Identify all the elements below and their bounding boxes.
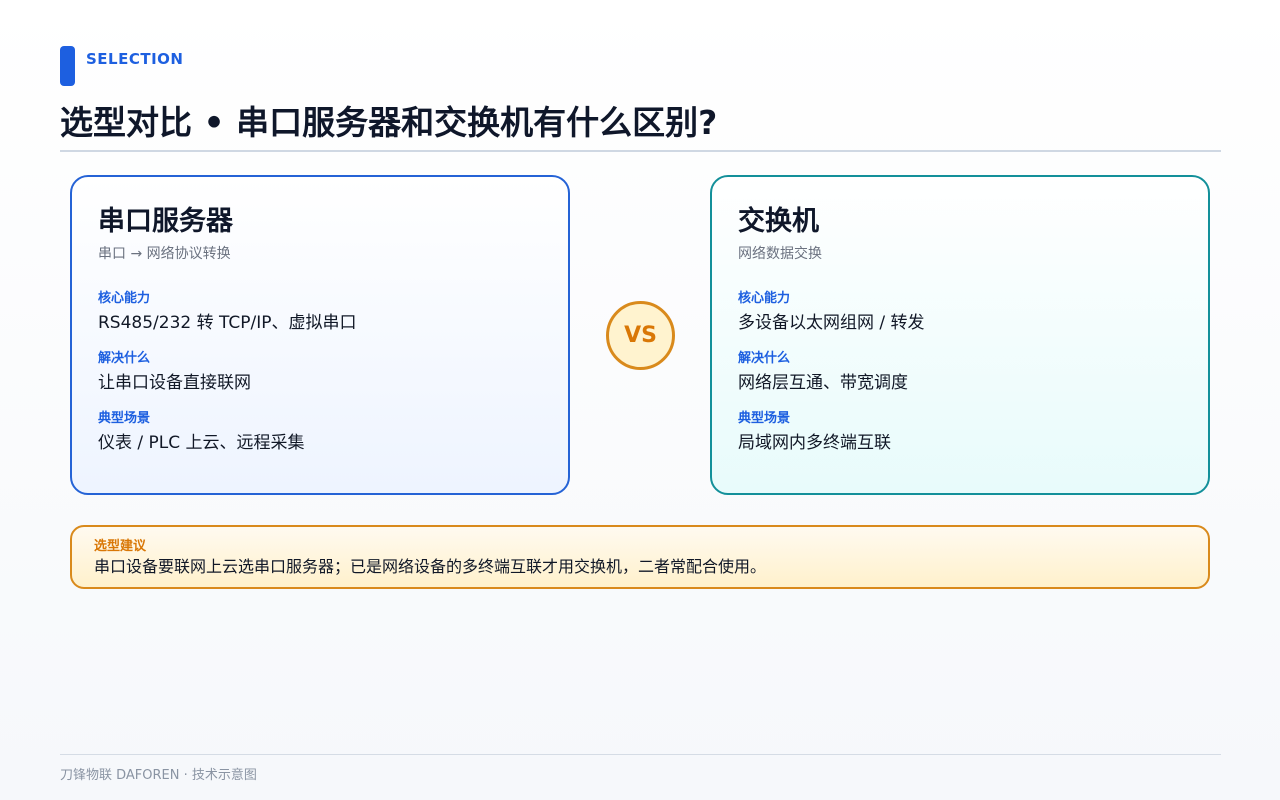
field-value: 仪表 / PLC 上云、远程采集 [98, 433, 305, 453]
footer-divider [60, 754, 1221, 755]
field-core-capability: 核心能力 RS485/232 转 TCP/IP、虚拟串口 [98, 291, 542, 333]
field-label: 核心能力 [98, 291, 151, 306]
field-label: 典型场景 [98, 411, 151, 426]
field-value: RS485/232 转 TCP/IP、虚拟串口 [98, 313, 357, 333]
field-label: 解决什么 [98, 351, 151, 366]
field-value: 网络层互通、带宽调度 [738, 373, 908, 393]
card-title: 串口服务器 [98, 206, 233, 237]
field-label: 解决什么 [738, 351, 791, 366]
title-divider [60, 150, 1221, 152]
card-subtitle: 串口 → 网络协议转换 [98, 246, 231, 262]
serial-server-card: 串口服务器 串口 → 网络协议转换 核心能力 RS485/232 转 TCP/I… [70, 175, 570, 495]
field-core-capability: 核心能力 多设备以太网组网 / 转发 [738, 291, 1182, 333]
footer-credit: 刀锋物联 DAFOREN · 技术示意图 [60, 768, 257, 783]
section-eyebrow: SELECTION [86, 50, 184, 68]
field-what-it-solves: 解决什么 网络层互通、带宽调度 [738, 351, 1182, 393]
vs-badge: VS [606, 301, 675, 370]
field-value: 局域网内多终端互联 [738, 433, 891, 453]
field-value: 让串口设备直接联网 [98, 373, 251, 393]
card-subtitle: 网络数据交换 [738, 246, 822, 262]
field-value: 多设备以太网组网 / 转发 [738, 313, 925, 333]
advice-text: 串口设备要联网上云选串口服务器；已是网络设备的多终端互联才用交换机，二者常配合使… [94, 557, 767, 576]
field-typical-scenarios: 典型场景 仪表 / PLC 上云、远程采集 [98, 411, 542, 453]
field-label: 核心能力 [738, 291, 791, 306]
field-what-it-solves: 解决什么 让串口设备直接联网 [98, 351, 542, 393]
switch-card: 交换机 网络数据交换 核心能力 多设备以太网组网 / 转发 解决什么 网络层互通… [710, 175, 1210, 495]
field-typical-scenarios: 典型场景 局域网内多终端互联 [738, 411, 1182, 453]
accent-bar [60, 46, 75, 86]
field-label: 典型场景 [738, 411, 791, 426]
selection-advice-box: 选型建议 串口设备要联网上云选串口服务器；已是网络设备的多终端互联才用交换机，二… [70, 525, 1210, 589]
page-title: 选型对比 • 串口服务器和交换机有什么区别? [60, 103, 718, 142]
advice-label: 选型建议 [94, 539, 147, 554]
card-title: 交换机 [738, 206, 819, 237]
